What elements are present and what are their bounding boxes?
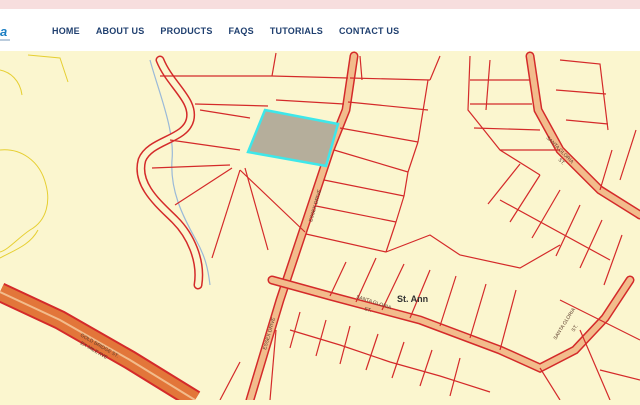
- nav-tutorials[interactable]: TUTORIALS: [270, 26, 323, 36]
- nav-about-us[interactable]: ABOUT US: [96, 26, 145, 36]
- nav-contact-us[interactable]: CONTACT US: [339, 26, 399, 36]
- map-canvas[interactable]: ESSEX DRIVE ESSEX DRIVE SANTA GLORIA ST.…: [0, 51, 640, 405]
- logo-underline: [0, 39, 10, 41]
- nav-faqs[interactable]: FAQS: [229, 26, 254, 36]
- nav-home[interactable]: HOME: [52, 26, 80, 36]
- site-header: a HOME ABOUT US PRODUCTS FAQS TUTORIALS …: [0, 9, 640, 52]
- parcel-map[interactable]: ESSEX DRIVE ESSEX DRIVE SANTA GLORIA ST.…: [0, 51, 640, 405]
- nav-products[interactable]: PRODUCTS: [160, 26, 212, 36]
- logo-text: a: [0, 24, 8, 39]
- site-logo[interactable]: a: [0, 23, 12, 41]
- place-label-st-ann: St. Ann: [397, 294, 428, 304]
- main-nav: HOME ABOUT US PRODUCTS FAQS TUTORIALS CO…: [52, 26, 415, 36]
